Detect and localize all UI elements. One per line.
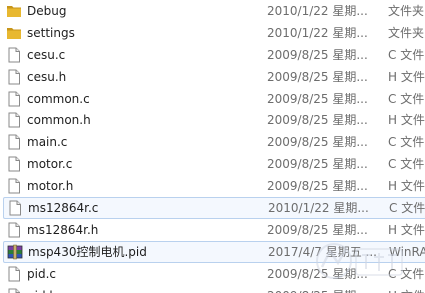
file-type: C 文件 <box>388 47 425 62</box>
file-icon <box>6 134 22 150</box>
file-row[interactable]: ms12864r.c 2010/1/22 星期... C 文件 <box>3 197 425 219</box>
winrar-archive-icon <box>7 244 23 260</box>
file-date: 2009/8/25 星期... <box>267 222 368 237</box>
file-row[interactable]: pid.h 2009/8/25 星期... H 文件 <box>0 285 425 293</box>
file-type: C 文件 <box>388 157 425 172</box>
file-name: pid.c <box>27 266 56 281</box>
watermark-logo <box>316 243 403 279</box>
file-date: 2009/8/25 星期... <box>267 157 368 172</box>
file-row[interactable]: cesu.c 2009/8/25 星期... C 文件 <box>0 44 425 66</box>
file-icon <box>6 178 22 194</box>
file-icon <box>6 222 22 238</box>
file-name: pid.h <box>27 288 57 293</box>
file-row[interactable]: cesu.h 2009/8/25 星期... H 文件 <box>0 66 425 88</box>
file-name: settings <box>27 25 75 40</box>
file-date: 2009/8/25 星期... <box>267 69 368 84</box>
file-date: 2009/8/25 星期... <box>267 113 368 128</box>
file-type: H 文件 <box>388 288 425 293</box>
file-name: motor.c <box>27 157 73 172</box>
file-date: 2010/1/22 星期... <box>267 4 368 18</box>
file-date: 2009/8/25 星期... <box>267 179 368 194</box>
file-name: common.h <box>27 113 91 128</box>
file-row[interactable]: common.h 2009/8/25 星期... H 文件 <box>0 109 425 131</box>
file-row[interactable]: motor.h 2009/8/25 星期... H 文件 <box>0 175 425 197</box>
file-icon <box>6 47 22 63</box>
file-date: 2009/8/25 星期... <box>267 91 368 106</box>
file-row[interactable]: settings 2010/1/22 星期... 文件夹 <box>0 22 425 44</box>
file-name: cesu.h <box>27 69 67 84</box>
file-date: 2010/1/22 星期... <box>267 25 368 40</box>
file-type: 文件夹 <box>388 25 425 40</box>
file-name: ms12864r.h <box>27 222 99 237</box>
file-row[interactable]: common.c 2009/8/25 星期... C 文件 <box>0 88 425 110</box>
file-icon <box>6 156 22 172</box>
file-type: H 文件 <box>388 179 425 194</box>
folder-icon <box>6 25 22 41</box>
file-date: 2009/8/25 星期... <box>267 135 368 150</box>
file-row[interactable]: main.c 2009/8/25 星期... C 文件 <box>0 131 425 153</box>
file-name: common.c <box>27 91 90 106</box>
file-row[interactable]: Debug 2010/1/22 星期... 文件夹 <box>0 0 425 22</box>
file-type: 文件夹 <box>388 4 425 18</box>
file-name: msp430控制电机.pid <box>28 244 147 259</box>
file-name: ms12864r.c <box>28 201 99 216</box>
file-date: 2010/1/22 星期... <box>268 201 369 216</box>
file-name: cesu.c <box>27 47 66 62</box>
file-row[interactable]: motor.c 2009/8/25 星期... C 文件 <box>0 153 425 175</box>
file-type: H 文件 <box>388 69 425 84</box>
file-name: main.c <box>27 135 68 150</box>
file-name: Debug <box>27 4 67 18</box>
file-type: C 文件 <box>389 201 425 216</box>
folder-icon <box>6 3 22 19</box>
file-type: H 文件 <box>388 222 425 237</box>
file-date: 2009/8/25 星期... <box>267 47 368 62</box>
file-icon <box>6 91 22 107</box>
file-icon <box>6 288 22 293</box>
file-icon <box>6 69 22 85</box>
file-name: motor.h <box>27 179 74 194</box>
file-type: H 文件 <box>388 113 425 128</box>
file-icon <box>6 112 22 128</box>
file-type: C 文件 <box>388 135 425 150</box>
file-icon <box>7 200 23 216</box>
file-date: 2009/8/25 星期... <box>267 288 368 293</box>
file-type: C 文件 <box>388 91 425 106</box>
file-row[interactable]: ms12864r.h 2009/8/25 星期... H 文件 <box>0 219 425 241</box>
file-icon <box>6 266 22 282</box>
